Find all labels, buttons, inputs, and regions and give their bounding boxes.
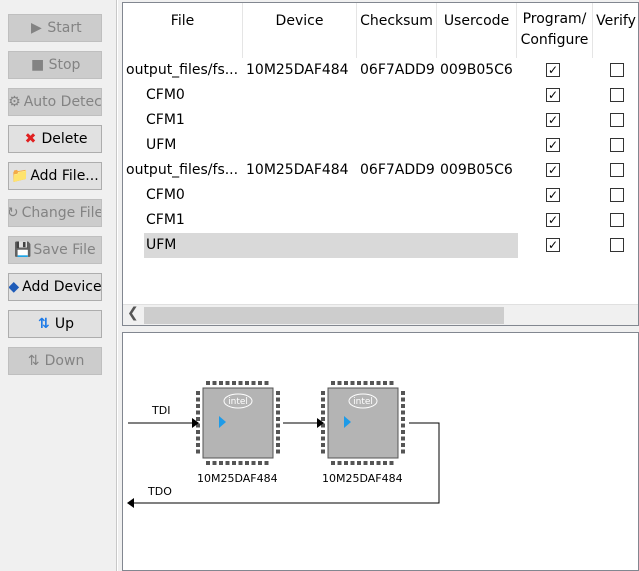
device-chip[interactable]: intel (196, 381, 280, 465)
verify-checkbox[interactable] (610, 188, 624, 202)
table-row[interactable]: output_files/fs... 10M25DAF484 06F7ADD9 … (123, 158, 638, 183)
program-checkbox[interactable]: ✓ (546, 138, 560, 152)
add-device-button[interactable]: ◆ Add Device (8, 273, 102, 301)
delete-icon: ✖ (24, 131, 37, 147)
save-file-icon: 💾 (14, 242, 32, 258)
tdi-label: TDI (152, 404, 171, 417)
device-label: 10M25DAF484 (322, 472, 403, 485)
button-label: Delete (41, 131, 88, 147)
table-row[interactable]: CFM0 ✓ (123, 183, 638, 208)
checksum-cell: 06F7ADD9 (360, 162, 435, 178)
down-button[interactable]: ⇅ Down (8, 347, 102, 375)
program-checkbox[interactable]: ✓ (546, 213, 560, 227)
col-header-device[interactable]: Device (243, 3, 357, 58)
change-file-button[interactable]: ↻ Change File (8, 199, 102, 227)
header-label: Device (275, 13, 324, 29)
svg-text:intel: intel (228, 397, 248, 407)
verify-checkbox[interactable] (610, 88, 624, 102)
start-button[interactable]: ▶ Start (8, 14, 102, 42)
svg-text:intel: intel (353, 397, 373, 407)
chain-svg: intel intel (127, 381, 440, 508)
button-label: Add Device (22, 279, 102, 295)
program-checkbox[interactable]: ✓ (546, 63, 560, 77)
program-checkbox[interactable]: ✓ (546, 163, 560, 177)
save-file-button[interactable]: 💾 Save File (8, 236, 102, 264)
device-table: File Device Checksum Usercode Program/ C… (122, 2, 639, 326)
selection-highlight (144, 233, 518, 258)
usercode-cell: 009B05C6 (440, 62, 513, 78)
add-file-icon: 📁 (11, 168, 29, 184)
stop-button[interactable]: ■ Stop (8, 51, 102, 79)
checksum-cell: 06F7ADD9 (360, 62, 435, 78)
file-cell: CFM0 (146, 187, 185, 203)
horizontal-scrollbar[interactable]: ❮ (123, 304, 638, 325)
verify-checkbox[interactable] (610, 113, 624, 127)
usercode-cell: 009B05C6 (440, 162, 513, 178)
stop-icon: ■ (30, 57, 45, 73)
header-label: Program/ Configure (520, 11, 589, 48)
verify-checkbox[interactable] (610, 138, 624, 152)
verify-checkbox[interactable] (610, 63, 624, 77)
button-label: Auto Detec (23, 94, 102, 110)
header-label: Verify (596, 13, 636, 29)
table-row[interactable]: UFM ✓ (123, 133, 638, 158)
scrollbar-thumb[interactable] (144, 307, 504, 324)
verify-checkbox[interactable] (610, 238, 624, 252)
file-cell: CFM1 (146, 212, 185, 228)
change-file-icon: ↻ (8, 205, 19, 221)
tdo-label: TDO (148, 485, 172, 498)
col-header-file[interactable]: File (123, 3, 243, 58)
col-header-usercode[interactable]: Usercode (437, 3, 517, 58)
scroll-left-icon[interactable]: ❮ (127, 305, 139, 321)
program-checkbox[interactable]: ✓ (546, 238, 560, 252)
device-chip[interactable]: intel (321, 381, 405, 465)
button-label: Change File (21, 205, 102, 221)
auto-detect-icon: ⚙ (8, 94, 21, 110)
splitter[interactable] (116, 0, 118, 571)
file-cell: CFM0 (146, 87, 185, 103)
verify-checkbox[interactable] (610, 163, 624, 177)
col-header-verify[interactable]: Verify (593, 3, 638, 58)
add-device-icon: ◆ (8, 279, 20, 295)
button-label: Save File (33, 242, 96, 258)
table-row[interactable]: UFM ✓ (123, 233, 638, 258)
device-cell: 10M25DAF484 (246, 62, 349, 78)
verify-checkbox[interactable] (610, 213, 624, 227)
button-label: Start (47, 20, 82, 36)
header-label: File (170, 13, 195, 29)
header-label: Usercode (443, 13, 510, 29)
start-icon: ▶ (31, 20, 42, 36)
jtag-chain-diagram: intel intel TDI TDO 10M25DAF484 10M25DAF4… (122, 332, 639, 571)
tdi-arrow (128, 418, 199, 428)
device-cell: 10M25DAF484 (246, 162, 349, 178)
delete-button[interactable]: ✖ Delete (8, 125, 102, 153)
chain-arrow (283, 418, 324, 428)
down-icon: ⇅ (27, 353, 40, 369)
table-row[interactable]: CFM1 ✓ (123, 108, 638, 133)
col-header-checksum[interactable]: Checksum (357, 3, 437, 58)
file-cell: output_files/fs... (126, 162, 239, 178)
header-label: Checksum (360, 13, 433, 29)
program-checkbox[interactable]: ✓ (546, 113, 560, 127)
file-cell: UFM (146, 237, 177, 253)
table-row[interactable]: output_files/fs... 10M25DAF484 06F7ADD9 … (123, 58, 638, 83)
button-label: Down (44, 353, 85, 369)
button-label: Up (54, 316, 75, 332)
auto-detec-button[interactable]: ⚙ Auto Detec (8, 88, 102, 116)
program-checkbox[interactable]: ✓ (546, 88, 560, 102)
program-checkbox[interactable]: ✓ (546, 188, 560, 202)
file-cell: CFM1 (146, 112, 185, 128)
up-button[interactable]: ⇅ Up (8, 310, 102, 338)
table-row[interactable]: CFM1 ✓ (123, 208, 638, 233)
file-cell: output_files/fs... (126, 62, 239, 78)
device-label: 10M25DAF484 (197, 472, 278, 485)
add-file-button[interactable]: 📁 Add File... (8, 162, 102, 190)
button-label: Stop (48, 57, 81, 73)
button-label: Add File... (30, 168, 99, 184)
col-header-program[interactable]: Program/ Configure (517, 3, 593, 58)
up-icon: ⇅ (38, 316, 50, 332)
table-row[interactable]: CFM0 ✓ (123, 83, 638, 108)
file-cell: UFM (146, 137, 177, 153)
